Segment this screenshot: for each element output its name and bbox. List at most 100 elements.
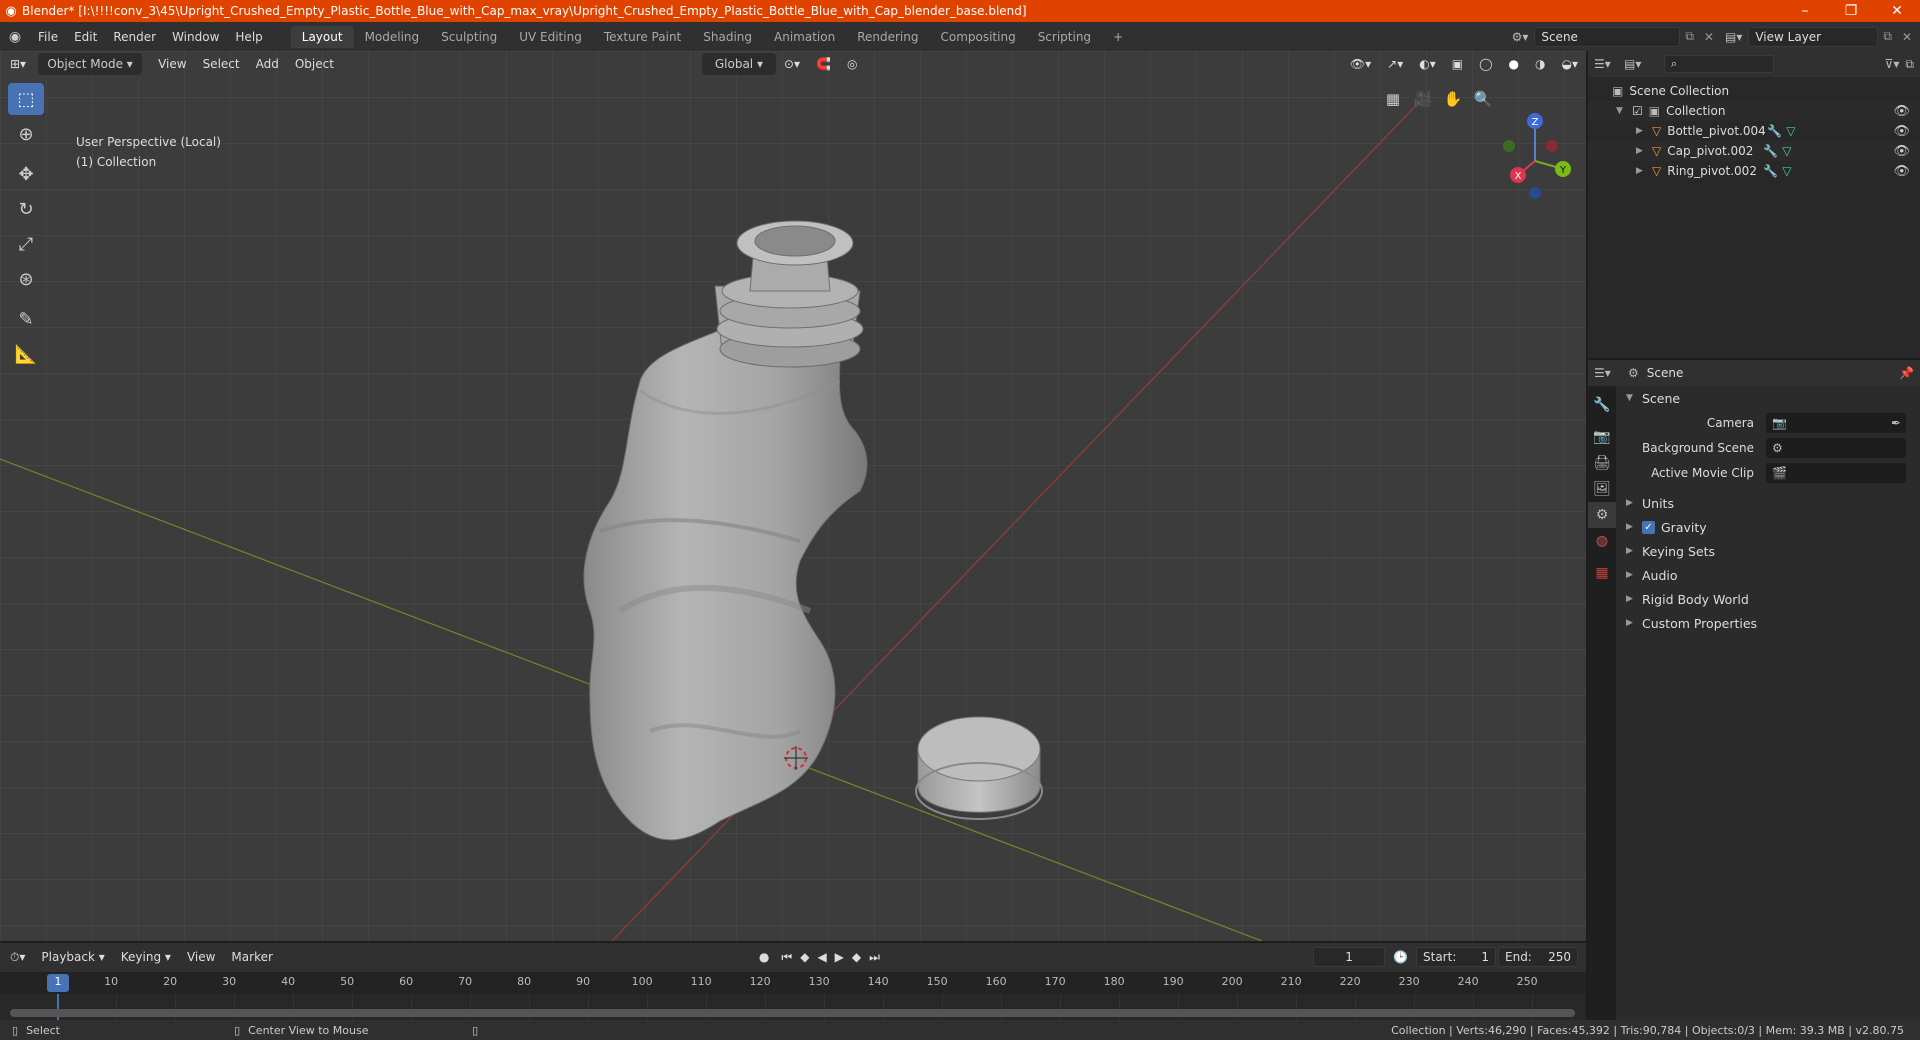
tab-uv-editing[interactable]: UV Editing xyxy=(508,26,593,48)
annotate-tool-icon[interactable]: ✎ xyxy=(8,303,44,335)
editor-type-icon[interactable]: ⊞▾ xyxy=(0,55,34,73)
expand-arrow-icon[interactable]: ▶ xyxy=(1636,166,1644,176)
expand-arrow-icon[interactable]: ▶ xyxy=(1626,618,1634,628)
expand-arrow-icon[interactable]: ▶ xyxy=(1626,570,1634,580)
delete-view-layer-icon[interactable]: ✕ xyxy=(1897,30,1920,44)
visibility-icon[interactable]: 👁▾ xyxy=(1342,55,1379,73)
play-reverse-icon[interactable]: ◀ xyxy=(813,948,830,966)
pin-icon[interactable]: 📌 xyxy=(1899,366,1914,380)
menu-render[interactable]: Render xyxy=(105,30,164,44)
transform-orientation-selector[interactable]: Global ▾ xyxy=(701,53,776,75)
modifier-wrench-icon[interactable]: 🔧 xyxy=(1767,124,1782,138)
modifier-wrench-icon[interactable]: 🔧 xyxy=(1763,144,1778,158)
timeline-ruler[interactable]: 1 10 20 30 40 50 60 70 80 90 100 110 120 130 140 150 160… xyxy=(0,972,1586,994)
render-tab-icon[interactable]: 📷 xyxy=(1588,424,1616,450)
material-shading-icon[interactable]: ◑ xyxy=(1527,55,1553,73)
scene-selector[interactable]: Scene xyxy=(1534,26,1681,47)
current-frame-field[interactable]: 1 xyxy=(1313,947,1386,967)
timeline-menu-marker[interactable]: Marker xyxy=(223,948,280,966)
custom-properties-panel[interactable]: ▶ Custom Properties xyxy=(1618,611,1920,635)
audio-panel[interactable]: ▶ Audio xyxy=(1618,563,1920,587)
view-layer-selector[interactable]: View Layer xyxy=(1748,26,1879,47)
outliner-editor-icon[interactable]: ☰▾ xyxy=(1594,57,1624,71)
properties-editor-icon[interactable]: ☰▾ xyxy=(1594,366,1628,380)
tab-sculpting[interactable]: Sculpting xyxy=(430,26,508,48)
tab-modeling[interactable]: Modeling xyxy=(354,26,431,48)
menu-window[interactable]: Window xyxy=(164,30,227,44)
outliner-search-input[interactable]: ⌕ xyxy=(1664,55,1774,73)
jump-keyframe-forward-icon[interactable]: ◆ xyxy=(848,948,865,966)
add-workspace-icon[interactable]: + xyxy=(1102,26,1134,48)
scale-tool-icon[interactable]: ⤢ xyxy=(8,228,44,260)
expand-arrow-icon[interactable]: ▶ xyxy=(1626,546,1634,556)
collapse-arrow-icon[interactable]: ▼ xyxy=(1626,393,1634,403)
xray-icon[interactable]: ▣ xyxy=(1444,55,1471,73)
units-panel[interactable]: ▶ Units xyxy=(1618,491,1920,515)
new-view-layer-icon[interactable]: ⧉ xyxy=(1878,29,1897,44)
toggle-view-icon[interactable]: ▦ xyxy=(1381,87,1405,111)
scene-tab-icon[interactable]: ⚙ xyxy=(1588,502,1616,528)
output-tab-icon[interactable]: 🖨 xyxy=(1588,450,1616,476)
tab-texture-paint[interactable]: Texture Paint xyxy=(593,26,692,48)
mesh-data-icon[interactable]: ▽ xyxy=(1786,124,1795,138)
world-tab-icon[interactable]: ◍ xyxy=(1588,528,1616,554)
menu-file[interactable]: File xyxy=(30,30,66,44)
eye-icon[interactable]: 👁 xyxy=(1893,104,1910,119)
play-icon[interactable]: ▶ xyxy=(831,948,848,966)
expand-arrow-icon[interactable]: ▶ xyxy=(1626,498,1634,508)
record-icon[interactable]: ● xyxy=(751,948,777,966)
eye-icon[interactable]: 👁 xyxy=(1893,144,1910,159)
eye-icon[interactable]: 👁 xyxy=(1893,124,1910,139)
view-layer-tab-icon[interactable]: 🖼 xyxy=(1588,476,1616,502)
tab-shading[interactable]: Shading xyxy=(692,26,763,48)
jump-keyframe-back-icon[interactable]: ◆ xyxy=(796,948,813,966)
expand-arrow-icon[interactable]: ▶ xyxy=(1636,146,1644,156)
measure-tool-icon[interactable]: 📐 xyxy=(8,338,44,370)
outliner-collection[interactable]: ▼ ☑ ▣ Collection 👁 xyxy=(1588,101,1920,121)
display-mode-icon[interactable]: ▤▾ xyxy=(1624,57,1664,71)
outliner-object-row[interactable]: ▶ ▽ Bottle_pivot.004 🔧 ▽ 👁 xyxy=(1588,121,1920,141)
expand-arrow-icon[interactable]: ▶ xyxy=(1626,522,1634,532)
eyedropper-icon[interactable]: ✒ xyxy=(1891,416,1906,430)
gravity-panel[interactable]: ▶ ✓ Gravity xyxy=(1618,515,1920,539)
modifier-wrench-icon[interactable]: 🔧 xyxy=(1763,164,1778,178)
camera-view-icon[interactable]: 🎥 xyxy=(1411,87,1435,111)
outliner-scene-collection[interactable]: ▣ Scene Collection xyxy=(1588,81,1920,101)
tab-compositing[interactable]: Compositing xyxy=(929,26,1026,48)
expand-arrow-icon[interactable]: ▼ xyxy=(1616,106,1624,116)
cap-mesh[interactable] xyxy=(915,716,1043,820)
select-box-icon[interactable]: ⬚ xyxy=(8,83,44,115)
tab-layout[interactable]: Layout xyxy=(290,25,354,48)
rendered-shading-icon[interactable]: ◒▾ xyxy=(1554,55,1587,73)
overlays-icon[interactable]: ◐▾ xyxy=(1411,55,1444,73)
pan-view-icon[interactable]: ✋ xyxy=(1441,87,1465,111)
eye-icon[interactable]: 👁 xyxy=(1893,164,1910,179)
timeline-menu-keying[interactable]: Keying ▾ xyxy=(113,948,179,966)
bottle-mesh[interactable] xyxy=(583,220,868,841)
mode-selector[interactable]: Object Mode ▾ xyxy=(38,53,143,75)
timeline-menu-playback[interactable]: Playback ▾ xyxy=(33,948,112,966)
tab-rendering[interactable]: Rendering xyxy=(846,26,929,48)
viewport-menu-view[interactable]: View xyxy=(150,55,194,73)
filter-icon[interactable]: ⊽▾ xyxy=(1879,57,1906,71)
scene-panel-header[interactable]: ▼ Scene xyxy=(1618,386,1920,410)
gizmo-toggle-icon[interactable]: ↗▾ xyxy=(1379,55,1411,73)
scene-type-icon[interactable]: ⚙▾ xyxy=(1506,30,1535,44)
solid-shading-icon[interactable]: ● xyxy=(1501,55,1527,73)
minimize-icon[interactable]: – xyxy=(1782,3,1828,19)
menu-help[interactable]: Help xyxy=(227,30,270,44)
zoom-view-icon[interactable]: 🔍 xyxy=(1471,87,1495,111)
blender-menu-icon[interactable]: ◉ xyxy=(0,29,30,45)
tab-animation[interactable]: Animation xyxy=(763,26,846,48)
checkbox-icon[interactable]: ☑ xyxy=(1632,104,1643,118)
new-scene-icon[interactable]: ⧉ xyxy=(1680,29,1699,44)
tool-tab-icon[interactable]: 🔧 xyxy=(1588,392,1616,418)
rigid-body-world-panel[interactable]: ▶ Rigid Body World xyxy=(1618,587,1920,611)
expand-arrow-icon[interactable]: ▶ xyxy=(1626,594,1634,604)
camera-field[interactable]: 📷 ✒ xyxy=(1766,412,1906,433)
pivot-point-icon[interactable]: ⊙▾ xyxy=(776,55,808,73)
keying-sets-panel[interactable]: ▶ Keying Sets xyxy=(1618,539,1920,563)
jump-start-icon[interactable]: ⏮ xyxy=(777,948,796,967)
timeline-editor-icon[interactable]: ⏱▾ xyxy=(0,948,33,967)
proportional-edit-icon[interactable]: ◎ xyxy=(839,55,865,73)
